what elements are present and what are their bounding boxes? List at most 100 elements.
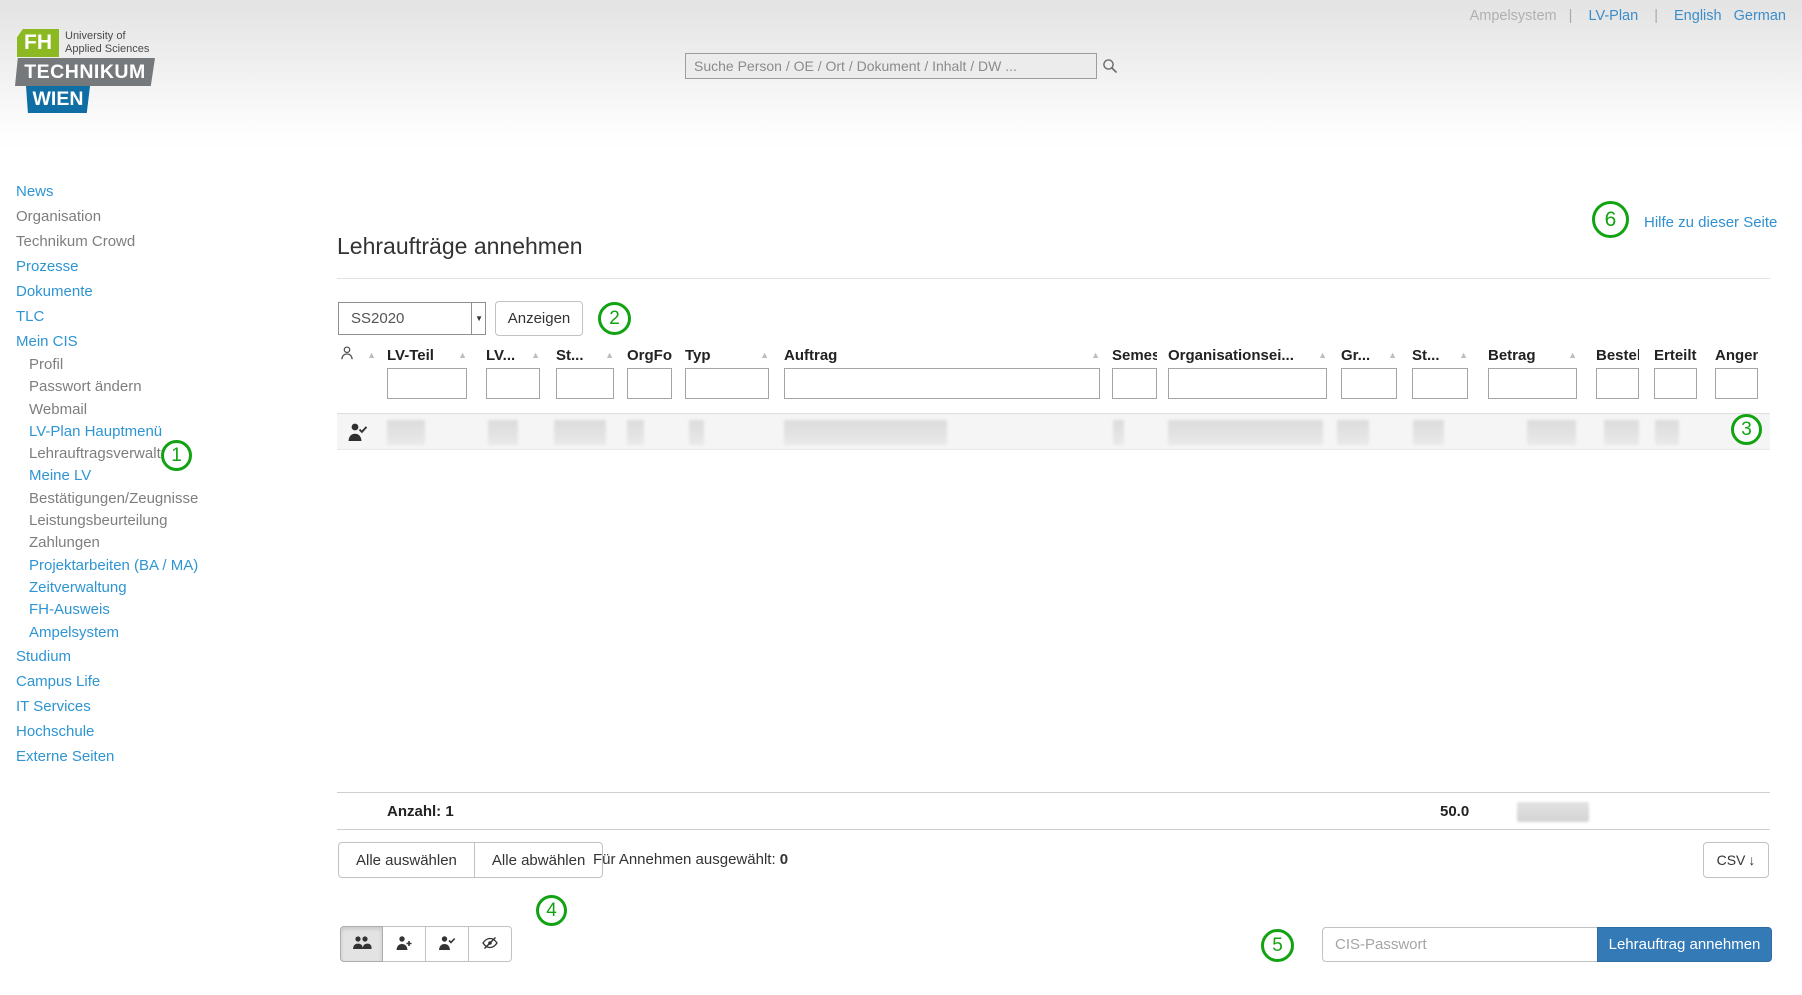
redacted-cell [1527,420,1576,445]
show-button[interactable]: Anzeigen [495,301,583,336]
redacted-cell [488,420,518,445]
column-header-typ[interactable]: Typ▲ [685,346,769,364]
table-footer: Anzahl: 1 50.0 [337,792,1770,830]
download-arrow-icon: ↓ [1748,852,1755,868]
all-persons-button[interactable] [340,926,383,962]
sidebar-item-tlc[interactable]: TLC [16,304,316,329]
sort-icon: ▲ [1388,350,1397,360]
column-organisationseinheit: Organisationsei...▲ [1168,346,1327,399]
sidebar-item-hochschule[interactable]: Hochschule [16,719,316,744]
sidebar-item-externe-seiten[interactable]: Externe Seiten [16,744,316,769]
select-button-group: Alle auswählen Alle abwählen [338,842,603,878]
filter-semester[interactable] [1112,368,1157,399]
filter-lv[interactable] [486,368,540,399]
page-title: Lehraufträge annehmen [337,233,583,260]
sidebar-item-organisation[interactable]: Organisation [16,204,316,229]
sidebar-item-webmail[interactable]: Webmail [16,399,316,421]
filter-organisationseinheit[interactable] [1168,368,1327,399]
eye-off-button[interactable] [469,926,512,962]
redacted-cell [1604,420,1639,445]
filter-typ[interactable] [685,368,769,399]
column-header-st2[interactable]: St...▲ [1412,346,1468,364]
sidebar-item-meine-lv[interactable]: Meine LV [16,465,316,487]
filter-erteilt[interactable] [1654,368,1697,399]
person-check-icon [438,935,456,954]
column-header-organisationseinheit[interactable]: Organisationsei...▲ [1168,346,1327,364]
sort-icon: ▲ [367,350,376,360]
sidebar-item-leistungsbeurteilung[interactable]: Leistungsbeurteilung [16,510,316,532]
cis-page: FH University of Applied Sciences TECHNI… [0,0,1802,995]
sidebar-item-dokumente[interactable]: Dokumente [16,279,316,304]
person-check-button[interactable] [426,926,469,962]
column-header-betrag[interactable]: Betrag▲ [1488,346,1577,364]
selected-count-label: Für Annehmen ausgewählt: 0 [593,851,788,868]
sidebar-item-it-services[interactable]: IT Services [16,694,316,719]
column-header-lv-teil[interactable]: LV-Teil▲ [387,346,467,364]
semester-select[interactable]: SS2020 ▼ [338,302,486,335]
sidebar-item-campus-life[interactable]: Campus Life [16,669,316,694]
column-header-select[interactable]: ▲ [340,346,376,364]
column-lv: LV...▲ [486,346,540,399]
sidebar-item-studium[interactable]: Studium [16,644,316,669]
sidebar-item-ampelsystem[interactable]: Ampelsystem [16,622,316,644]
filter-betrag[interactable] [1488,368,1577,399]
logo-technikum-box: TECHNIKUM [15,58,155,86]
sidebar-item-zeitverwaltung[interactable]: Zeitverwaltung [16,577,316,599]
column-typ: Typ▲ [685,346,769,399]
sidebar-item-passwort-aendern[interactable]: Passwort ändern [16,376,316,398]
selected-count-value: 0 [780,851,788,868]
column-header-orgform[interactable]: OrgFo [627,346,672,364]
redacted-cell [1413,420,1444,445]
annotation-circle-5: 5 [1261,929,1294,962]
sort-icon: ▲ [458,350,467,360]
filter-lv-teil[interactable] [387,368,467,399]
column-select: ▲ [340,346,376,364]
filter-bestellt[interactable] [1596,368,1639,399]
redacted-cell [1337,420,1369,445]
column-header-erteilt[interactable]: Erteilt [1654,346,1697,364]
sidebar-nav: News Organisation Technikum Crowd Prozes… [16,179,316,769]
csv-export-button[interactable]: CSV↓ [1703,842,1769,878]
filter-st2[interactable] [1412,368,1468,399]
deselect-all-button[interactable]: Alle abwählen [475,842,603,878]
filter-auftrag[interactable] [784,368,1100,399]
filter-angenommen[interactable] [1715,368,1758,399]
redacted-cell [689,420,704,445]
select-all-button[interactable]: Alle auswählen [338,842,475,878]
cis-password-input[interactable] [1322,927,1598,962]
filter-orgform[interactable] [627,368,672,399]
sidebar-item-profil[interactable]: Profil [16,354,316,376]
column-header-semester[interactable]: Semes [1112,346,1157,364]
column-auftrag: Auftrag▲ [784,346,1100,399]
sidebar-item-technikum-crowd[interactable]: Technikum Crowd [16,229,316,254]
select-caret-box: ▼ [471,303,485,334]
table-row[interactable] [337,413,1770,450]
redacted-sum [1517,802,1589,822]
column-header-angenommen[interactable]: Angen [1715,346,1758,364]
sidebar-item-projektarbeiten[interactable]: Projektarbeiten (BA / MA) [16,555,316,577]
column-orgform: OrgFo [627,346,672,399]
accept-assignment-button[interactable]: Lehrauftrag annehmen [1597,927,1772,962]
column-header-auftrag[interactable]: Auftrag▲ [784,346,1100,364]
help-link[interactable]: Hilfe zu dieser Seite [1644,214,1777,231]
sidebar-item-mein-cis[interactable]: Mein CIS [16,329,316,354]
sidebar-item-fh-ausweis[interactable]: FH-Ausweis [16,599,316,621]
column-header-bestellt[interactable]: Bestel [1596,346,1639,364]
person-check-icon[interactable] [347,422,369,447]
logo-wien-box: WIEN [26,86,90,113]
filter-gr[interactable] [1341,368,1397,399]
sidebar-item-lv-plan-hauptmenu[interactable]: LV-Plan Hauptmenü [16,421,316,443]
column-header-gr[interactable]: Gr...▲ [1341,346,1397,364]
column-header-lv[interactable]: LV...▲ [486,346,540,364]
sidebar-item-news[interactable]: News [16,179,316,204]
logo-university-text: University of Applied Sciences [65,30,149,55]
column-bestellt: Bestel [1596,346,1639,399]
sidebar-item-bestaetigungen[interactable]: Bestätigungen/Zeugnisse [16,488,316,510]
column-st2: St...▲ [1412,346,1468,399]
sidebar-item-zahlungen[interactable]: Zahlungen [16,532,316,554]
filter-st1[interactable] [556,368,614,399]
person-add-button[interactable] [383,926,426,962]
sidebar-item-prozesse[interactable]: Prozesse [16,254,316,279]
chevron-down-icon: ▼ [475,314,483,323]
column-header-st1[interactable]: St...▲ [556,346,614,364]
